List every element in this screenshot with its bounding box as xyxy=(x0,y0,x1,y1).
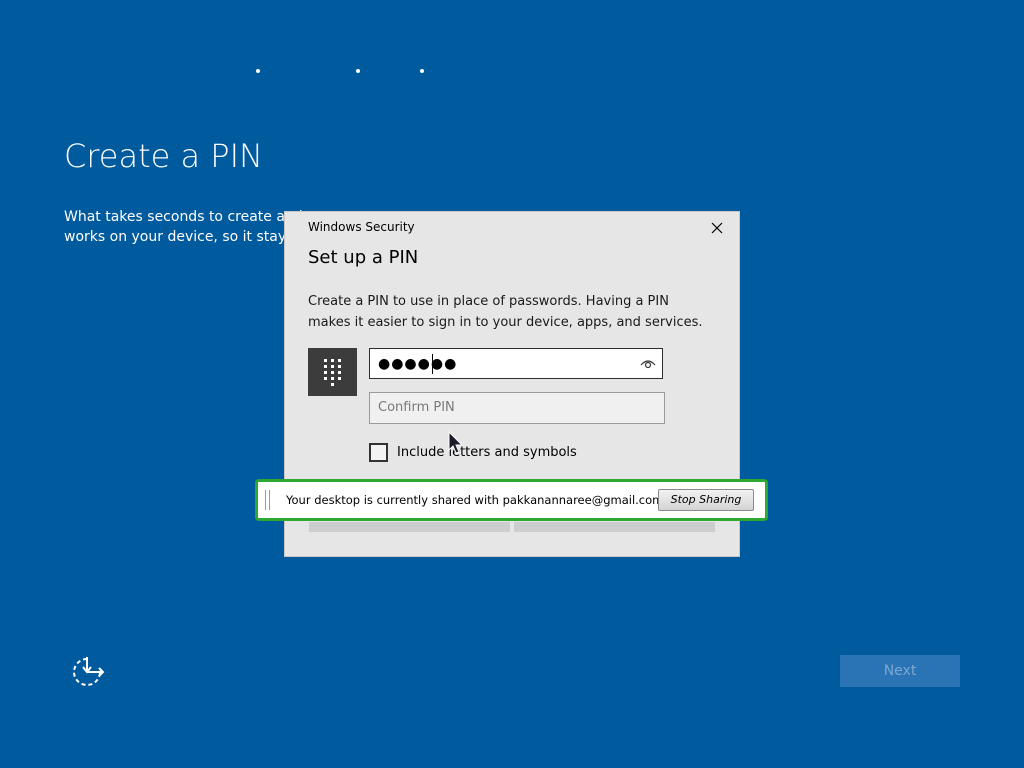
dialog-description: Create a PIN to use in place of password… xyxy=(308,291,718,333)
include-letters-checkbox[interactable] xyxy=(369,443,388,462)
desktop-sharing-banner: Your desktop is currently shared with pa… xyxy=(255,479,768,521)
next-button[interactable]: Next xyxy=(840,655,960,687)
eye-icon[interactable] xyxy=(640,356,656,370)
dialog-caption: Windows Security xyxy=(308,220,415,234)
dialog-cancel-button[interactable] xyxy=(514,522,715,532)
text-caret xyxy=(432,354,433,374)
dialog-ok-button[interactable] xyxy=(309,522,510,532)
page-title: Create a PIN xyxy=(64,137,263,175)
close-button[interactable] xyxy=(707,218,727,238)
confirm-pin-placeholder: Confirm PIN xyxy=(378,400,455,415)
include-letters-label[interactable]: Include letters and symbols xyxy=(397,443,577,462)
close-icon xyxy=(711,222,723,234)
keypad-icon xyxy=(308,348,357,396)
stop-sharing-button[interactable]: Stop Sharing xyxy=(658,489,754,511)
sharing-message: Your desktop is currently shared with pa… xyxy=(286,493,664,507)
ease-of-access-icon[interactable] xyxy=(70,655,106,689)
dialog-description-line: Create a PIN to use in place of password… xyxy=(308,294,669,309)
pin-masked-value: ●●●●●● xyxy=(378,356,458,372)
drag-handle[interactable] xyxy=(265,490,270,510)
dialog-heading: Set up a PIN xyxy=(308,247,419,268)
mouse-pointer-icon xyxy=(448,431,464,454)
confirm-pin-input[interactable]: Confirm PIN xyxy=(369,392,665,424)
pin-input[interactable]: ●●●●●● xyxy=(369,348,663,379)
progress-dot xyxy=(356,69,360,73)
progress-dot xyxy=(256,69,260,73)
progress-dot xyxy=(420,69,424,73)
dialog-description-line: makes it easier to sign in to your devic… xyxy=(308,315,703,330)
